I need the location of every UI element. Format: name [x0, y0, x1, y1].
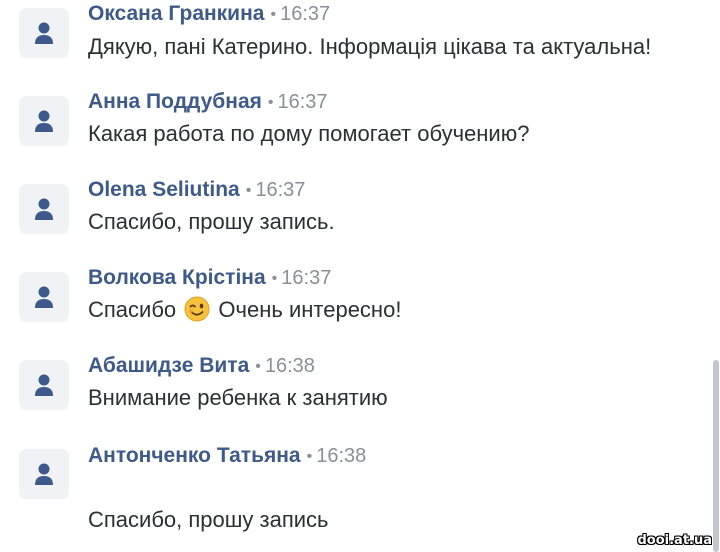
- avatar[interactable]: [19, 96, 69, 146]
- user-icon: [35, 374, 53, 396]
- author-name[interactable]: Оксана Гранкина: [88, 2, 264, 25]
- separator-dot: •: [306, 448, 313, 465]
- message-text: Спасибо Очень интересно!: [88, 296, 401, 324]
- message-text-part: Спасибо: [88, 297, 177, 322]
- message-text: Спасибо, прошу запись.: [88, 209, 335, 234]
- chat-message-list: Оксана Гранкина • 16:37 Дякую, пані Катери…: [0, 0, 712, 552]
- message-time: 16:38: [264, 355, 315, 377]
- message-text: Какая работа по дому помогает обучению?: [88, 121, 530, 146]
- winking-face-emoji-icon: [184, 296, 210, 322]
- message-text: Внимание ребенка к занятию: [88, 385, 388, 410]
- separator-dot: •: [267, 94, 274, 111]
- message-header: Olena Seliutina • 16:37: [88, 177, 305, 203]
- message-time: 16:37: [255, 179, 306, 201]
- avatar[interactable]: [19, 360, 69, 410]
- avatar[interactable]: [19, 449, 69, 499]
- message-text-part: Очень интересно!: [218, 297, 402, 322]
- message-time: 16:37: [277, 91, 328, 113]
- separator-dot: •: [245, 182, 252, 199]
- scrollbar[interactable]: [712, 0, 720, 552]
- message-header: Антонченко Татьяна • 16:38: [88, 443, 366, 469]
- separator-dot: •: [270, 6, 277, 23]
- message-time: 16:37: [280, 3, 331, 25]
- message-time: 16:37: [281, 267, 332, 289]
- author-name[interactable]: Olena Seliutina: [88, 178, 240, 201]
- message-header: Волкова Крістіна • 16:37: [88, 265, 331, 291]
- message-header: Оксана Гранкина • 16:37: [88, 1, 330, 27]
- message-header: Абашидзе Вита • 16:38: [88, 353, 315, 379]
- user-icon: [35, 22, 53, 44]
- author-name[interactable]: Абашидзе Вита: [88, 354, 249, 377]
- author-name[interactable]: Анна Поддубная: [88, 90, 262, 113]
- separator-dot: •: [255, 358, 261, 375]
- separator-dot: •: [271, 270, 278, 287]
- user-icon: [35, 198, 53, 220]
- watermark: dooi.at.ua: [637, 533, 712, 548]
- user-icon: [35, 286, 53, 308]
- author-name[interactable]: Волкова Крістіна: [88, 266, 266, 289]
- avatar[interactable]: [19, 272, 69, 322]
- avatar[interactable]: [19, 8, 69, 58]
- avatar[interactable]: [19, 184, 69, 234]
- message-header: Анна Поддубная • 16:37: [88, 89, 328, 115]
- message-text: Спасибо, прошу запись: [88, 507, 329, 532]
- user-icon: [35, 110, 53, 132]
- scrollbar-thumb[interactable]: [713, 360, 719, 552]
- author-name[interactable]: Антонченко Татьяна: [88, 444, 301, 467]
- message-time: 16:38: [316, 445, 367, 467]
- message-text: Дякую, пані Катерино. Інформація цікава …: [88, 34, 652, 59]
- user-icon: [35, 463, 53, 485]
